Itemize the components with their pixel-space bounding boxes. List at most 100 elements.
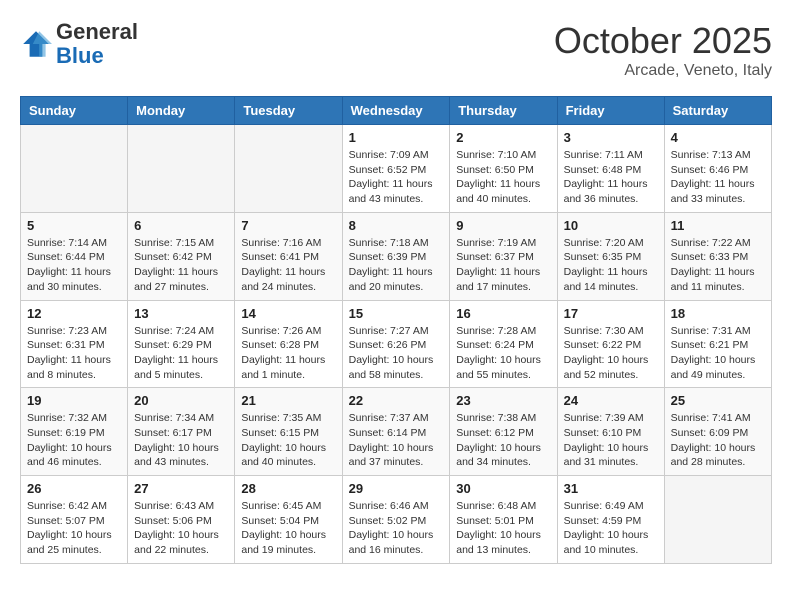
day-info: Sunrise: 7:39 AM Sunset: 6:10 PM Dayligh… <box>564 411 658 470</box>
day-info: Sunrise: 6:46 AM Sunset: 5:02 PM Dayligh… <box>349 499 444 558</box>
day-info: Sunrise: 7:09 AM Sunset: 6:52 PM Dayligh… <box>349 148 444 207</box>
calendar-cell: 19Sunrise: 7:32 AM Sunset: 6:19 PM Dayli… <box>21 388 128 476</box>
calendar-cell: 6 Sunrise: 7:15 AM Sunset: 6:42 PM Daylig… <box>128 212 235 300</box>
day-info: Sunrise: 7:16 AM Sunset: 6:41 PM Dayligh… <box>241 236 335 295</box>
calendar-cell: 2Sunrise: 7:10 AM Sunset: 6:50 PM Daylig… <box>450 125 557 213</box>
day-info: Sunrise: 7:38 AM Sunset: 6:12 PM Dayligh… <box>456 411 550 470</box>
day-number: 26 <box>27 481 121 496</box>
calendar-cell: 3 Sunrise: 7:11 AM Sunset: 6:48 PM Daylig… <box>557 125 664 213</box>
day-number: 17 <box>564 306 658 321</box>
logo: General Blue <box>20 20 138 68</box>
day-info: Sunrise: 6:43 AM Sunset: 5:06 PM Dayligh… <box>134 499 228 558</box>
day-info: Sunrise: 7:18 AM Sunset: 6:39 PM Dayligh… <box>349 236 444 295</box>
day-info: Sunrise: 7:14 AM Sunset: 6:44 PM Dayligh… <box>27 236 121 295</box>
day-number: 3 <box>564 130 658 145</box>
weekday-header: Tuesday <box>235 97 342 125</box>
day-info: Sunrise: 6:45 AM Sunset: 5:04 PM Dayligh… <box>241 499 335 558</box>
calendar-cell: 25 Sunrise: 7:41 AM Sunset: 6:09 PM Dayli… <box>664 388 771 476</box>
weekday-header: Monday <box>128 97 235 125</box>
day-info: Sunrise: 7:28 AM Sunset: 6:24 PM Dayligh… <box>456 324 550 383</box>
day-info: Sunrise: 7:26 AM Sunset: 6:28 PM Dayligh… <box>241 324 335 383</box>
calendar-cell: 23Sunrise: 7:38 AM Sunset: 6:12 PM Dayli… <box>450 388 557 476</box>
day-number: 12 <box>27 306 121 321</box>
calendar-cell: 21 Sunrise: 7:35 AM Sunset: 6:15 PM Dayli… <box>235 388 342 476</box>
calendar-week-row: 12 Sunrise: 7:23 AM Sunset: 6:31 PM Dayli… <box>21 300 772 388</box>
day-number: 18 <box>671 306 765 321</box>
calendar-cell <box>664 476 771 564</box>
calendar-cell: 24Sunrise: 7:39 AM Sunset: 6:10 PM Dayli… <box>557 388 664 476</box>
calendar-cell: 29 Sunrise: 6:46 AM Sunset: 5:02 PM Dayli… <box>342 476 450 564</box>
calendar-week-row: 26Sunrise: 6:42 AM Sunset: 5:07 PM Dayli… <box>21 476 772 564</box>
logo-text: General Blue <box>56 20 138 68</box>
calendar-cell: 4Sunrise: 7:13 AM Sunset: 6:46 PM Daylig… <box>664 125 771 213</box>
day-info: Sunrise: 7:35 AM Sunset: 6:15 PM Dayligh… <box>241 411 335 470</box>
day-number: 31 <box>564 481 658 496</box>
day-info: Sunrise: 7:24 AM Sunset: 6:29 PM Dayligh… <box>134 324 228 383</box>
calendar-cell: 11 Sunrise: 7:22 AM Sunset: 6:33 PM Dayli… <box>664 212 771 300</box>
title-block: October 2025 Arcade, Veneto, Italy <box>554 20 772 80</box>
day-info: Sunrise: 7:15 AM Sunset: 6:42 PM Dayligh… <box>134 236 228 295</box>
day-number: 28 <box>241 481 335 496</box>
day-number: 25 <box>671 393 765 408</box>
calendar-cell: 30 Sunrise: 6:48 AM Sunset: 5:01 PM Dayli… <box>450 476 557 564</box>
day-info: Sunrise: 7:22 AM Sunset: 6:33 PM Dayligh… <box>671 236 765 295</box>
day-info: Sunrise: 7:30 AM Sunset: 6:22 PM Dayligh… <box>564 324 658 383</box>
day-info: Sunrise: 7:13 AM Sunset: 6:46 PM Dayligh… <box>671 148 765 207</box>
day-info: Sunrise: 7:11 AM Sunset: 6:48 PM Dayligh… <box>564 148 658 207</box>
calendar-cell <box>128 125 235 213</box>
calendar-cell: 17 Sunrise: 7:30 AM Sunset: 6:22 PM Dayli… <box>557 300 664 388</box>
day-number: 13 <box>134 306 228 321</box>
calendar-cell: 1 Sunrise: 7:09 AM Sunset: 6:52 PM Daylig… <box>342 125 450 213</box>
calendar-cell: 12 Sunrise: 7:23 AM Sunset: 6:31 PM Dayli… <box>21 300 128 388</box>
day-number: 11 <box>671 218 765 233</box>
calendar-cell: 16Sunrise: 7:28 AM Sunset: 6:24 PM Dayli… <box>450 300 557 388</box>
day-info: Sunrise: 6:48 AM Sunset: 5:01 PM Dayligh… <box>456 499 550 558</box>
day-number: 7 <box>241 218 335 233</box>
day-info: Sunrise: 7:27 AM Sunset: 6:26 PM Dayligh… <box>349 324 444 383</box>
day-number: 27 <box>134 481 228 496</box>
day-info: Sunrise: 7:20 AM Sunset: 6:35 PM Dayligh… <box>564 236 658 295</box>
weekday-header: Sunday <box>21 97 128 125</box>
day-info: Sunrise: 7:32 AM Sunset: 6:19 PM Dayligh… <box>27 411 121 470</box>
calendar-cell: 10 Sunrise: 7:20 AM Sunset: 6:35 PM Dayli… <box>557 212 664 300</box>
weekday-header: Friday <box>557 97 664 125</box>
calendar-cell: 22 Sunrise: 7:37 AM Sunset: 6:14 PM Dayli… <box>342 388 450 476</box>
day-number: 14 <box>241 306 335 321</box>
calendar-cell: 14 Sunrise: 7:26 AM Sunset: 6:28 PM Dayli… <box>235 300 342 388</box>
calendar-cell: 20Sunrise: 7:34 AM Sunset: 6:17 PM Dayli… <box>128 388 235 476</box>
calendar-cell: 13 Sunrise: 7:24 AM Sunset: 6:29 PM Dayli… <box>128 300 235 388</box>
day-number: 10 <box>564 218 658 233</box>
day-number: 22 <box>349 393 444 408</box>
calendar-week-row: 5 Sunrise: 7:14 AM Sunset: 6:44 PM Daylig… <box>21 212 772 300</box>
day-number: 1 <box>349 130 444 145</box>
calendar-cell: 31 Sunrise: 6:49 AM Sunset: 4:59 PM Dayli… <box>557 476 664 564</box>
day-number: 5 <box>27 218 121 233</box>
day-number: 21 <box>241 393 335 408</box>
day-info: Sunrise: 7:34 AM Sunset: 6:17 PM Dayligh… <box>134 411 228 470</box>
day-number: 8 <box>349 218 444 233</box>
logo-icon <box>20 28 52 60</box>
weekday-header: Saturday <box>664 97 771 125</box>
calendar-cell <box>21 125 128 213</box>
month-title: October 2025 <box>554 20 772 62</box>
day-info: Sunrise: 7:19 AM Sunset: 6:37 PM Dayligh… <box>456 236 550 295</box>
calendar-cell: 28 Sunrise: 6:45 AM Sunset: 5:04 PM Dayli… <box>235 476 342 564</box>
day-number: 6 <box>134 218 228 233</box>
weekday-header: Thursday <box>450 97 557 125</box>
day-number: 29 <box>349 481 444 496</box>
day-info: Sunrise: 7:41 AM Sunset: 6:09 PM Dayligh… <box>671 411 765 470</box>
day-info: Sunrise: 7:23 AM Sunset: 6:31 PM Dayligh… <box>27 324 121 383</box>
calendar-cell: 8 Sunrise: 7:18 AM Sunset: 6:39 PM Daylig… <box>342 212 450 300</box>
calendar-week-row: 1 Sunrise: 7:09 AM Sunset: 6:52 PM Daylig… <box>21 125 772 213</box>
page-header: General Blue October 2025 Arcade, Veneto… <box>20 20 772 80</box>
weekday-header: Wednesday <box>342 97 450 125</box>
day-info: Sunrise: 6:49 AM Sunset: 4:59 PM Dayligh… <box>564 499 658 558</box>
calendar-cell: 18Sunrise: 7:31 AM Sunset: 6:21 PM Dayli… <box>664 300 771 388</box>
day-number: 9 <box>456 218 550 233</box>
day-number: 30 <box>456 481 550 496</box>
calendar-cell: 7 Sunrise: 7:16 AM Sunset: 6:41 PM Daylig… <box>235 212 342 300</box>
calendar-cell: 5 Sunrise: 7:14 AM Sunset: 6:44 PM Daylig… <box>21 212 128 300</box>
day-info: Sunrise: 7:37 AM Sunset: 6:14 PM Dayligh… <box>349 411 444 470</box>
calendar-table: SundayMondayTuesdayWednesdayThursdayFrid… <box>20 96 772 564</box>
day-number: 15 <box>349 306 444 321</box>
